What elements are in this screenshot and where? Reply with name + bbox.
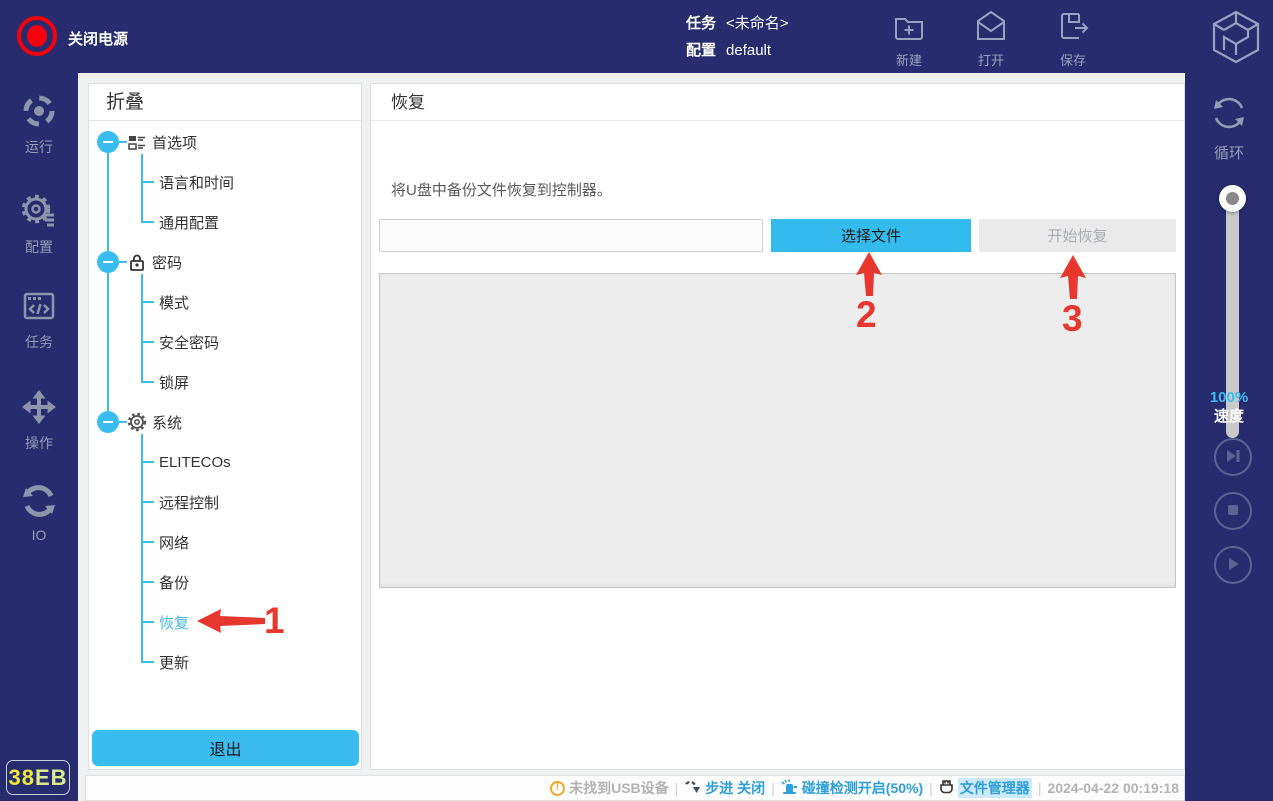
task-name-value: <未命名> <box>726 11 789 37</box>
new-task-label: 新建 <box>896 50 922 69</box>
file-manager-button[interactable]: 文件管理器 <box>939 778 1032 798</box>
right-sidebar: 循环 100% 速度 <box>1185 73 1273 801</box>
gear-icon <box>127 412 147 432</box>
power-off-label: 关闭电源 <box>68 28 128 49</box>
task-label: 任务 <box>686 11 716 37</box>
step-mode-icon <box>684 779 701 797</box>
operate-icon <box>21 389 57 428</box>
collapse-header[interactable]: 折叠 <box>89 84 361 121</box>
loop-label: 循环 <box>1214 142 1244 163</box>
loop-mode-button[interactable]: 循环 <box>1185 93 1273 163</box>
tree-group-password: 密码 模式 安全密码 锁屏 <box>89 242 361 402</box>
collapse-toggle-icon[interactable] <box>97 131 119 153</box>
tree-node-network[interactable]: 网络 <box>141 522 361 562</box>
speed-value: 100% <box>1185 388 1273 407</box>
io-icon <box>21 483 57 522</box>
step-mode-toggle[interactable]: 步进 关闭 <box>684 778 765 798</box>
speed-indicator: 100% 速度 <box>1185 388 1273 426</box>
exit-button[interactable]: 退出 <box>92 730 359 766</box>
sidebar-item-operate[interactable]: 操作 <box>0 389 78 453</box>
sidebar-config-label: 配置 <box>25 237 53 257</box>
save-button[interactable]: 保存 <box>1042 8 1104 69</box>
tree-group-preferences: 首选项 语言和时间 通用配置 <box>89 122 361 242</box>
tree-node-lock-screen[interactable]: 锁屏 <box>141 362 361 402</box>
usb-plug-icon <box>939 779 954 798</box>
settings-nav-panel: 折叠 首选项 语言和时间 通用配置 <box>88 83 362 770</box>
select-file-button[interactable]: 选择文件 <box>771 219 971 252</box>
new-task-icon <box>891 8 927 47</box>
collision-icon <box>781 779 798 798</box>
lock-icon <box>127 252 147 272</box>
warning-icon: ! <box>550 781 565 796</box>
sidebar-item-config[interactable]: 配置 <box>0 193 78 257</box>
tree-node-language-time[interactable]: 语言和时间 <box>141 162 361 202</box>
tree-node-elitecos[interactable]: ELITECOs <box>141 442 361 482</box>
new-task-button[interactable]: 新建 <box>878 8 940 69</box>
sidebar-io-label: IO <box>32 527 47 543</box>
page-title: 恢复 <box>371 84 1184 121</box>
play-button[interactable] <box>1214 546 1252 584</box>
step-forward-button[interactable] <box>1214 438 1252 476</box>
stop-button[interactable] <box>1214 492 1252 530</box>
task-icon <box>21 288 57 327</box>
config-icon <box>21 193 57 232</box>
open-icon <box>973 8 1009 47</box>
tree-node-general-config[interactable]: 通用配置 <box>141 202 361 242</box>
tree-node-update[interactable]: 更新 <box>141 642 361 682</box>
sidebar-item-task[interactable]: 任务 <box>0 288 78 352</box>
tree-node-system[interactable]: 系统 <box>89 402 361 442</box>
brand-logo-icon <box>1209 9 1263 65</box>
restore-file-input[interactable] <box>379 219 763 252</box>
collision-detect-toggle[interactable]: 碰撞检测开启(50%) <box>781 778 923 798</box>
run-icon <box>21 93 57 132</box>
tree-node-mode[interactable]: 模式 <box>141 282 361 322</box>
tree-node-backup[interactable]: 备份 <box>141 562 361 602</box>
tree-node-preferences[interactable]: 首选项 <box>89 122 361 162</box>
collapse-toggle-icon[interactable] <box>97 251 119 273</box>
open-label: 打开 <box>978 50 1004 69</box>
speed-slider-knob[interactable] <box>1219 185 1246 212</box>
save-label: 保存 <box>1060 50 1086 69</box>
tree-node-safety-password[interactable]: 安全密码 <box>141 322 361 362</box>
start-restore-button[interactable]: 开始恢复 <box>979 219 1176 252</box>
sidebar-item-io[interactable]: IO <box>0 483 78 543</box>
open-button[interactable]: 打开 <box>960 8 1022 69</box>
sidebar-item-run[interactable]: 运行 <box>0 93 78 157</box>
settings-tree: 首选项 语言和时间 通用配置 密码 <box>89 121 361 682</box>
tree-node-restore[interactable]: 恢复 <box>141 602 361 642</box>
speed-label: 速度 <box>1185 407 1273 426</box>
top-bar: 关闭电源 任务 <未命名> 配置 default 新建 <box>0 0 1273 73</box>
clock-timestamp: 2024-04-22 00:19:18 <box>1047 780 1179 796</box>
loop-icon <box>1209 93 1249 138</box>
restore-panel: 恢复 将U盘中备份文件恢复到控制器。 选择文件 开始恢复 <box>370 83 1185 770</box>
usb-status: ! 未找到USB设备 <box>550 778 669 798</box>
sidebar-operate-label: 操作 <box>25 433 53 453</box>
task-config-info: 任务 <未命名> 配置 default <box>686 10 789 64</box>
preferences-icon <box>127 132 147 152</box>
tree-label: 密码 <box>152 252 182 273</box>
status-bar: ! 未找到USB设备 | 步进 关闭 | 碰撞检测开启(50%) | 文件管理器… <box>85 775 1185 801</box>
restore-description: 将U盘中备份文件恢复到控制器。 <box>391 179 612 200</box>
tree-label: 系统 <box>152 412 182 433</box>
safety-checksum-badge: 38EB <box>6 760 70 795</box>
left-sidebar: 运行 配置 任务 <box>0 73 78 801</box>
tree-group-system: 系统 ELITECOs 远程控制 网络 备份 恢复 更 <box>89 402 361 682</box>
config-label: 配置 <box>686 38 716 64</box>
step-forward-icon <box>1223 446 1243 469</box>
sidebar-task-label: 任务 <box>25 332 53 352</box>
restore-log-area <box>379 273 1176 588</box>
tree-node-remote-control[interactable]: 远程控制 <box>141 482 361 522</box>
tree-label: 首选项 <box>152 132 197 153</box>
power-icon <box>27 25 47 47</box>
save-icon <box>1055 8 1091 47</box>
config-name-value: default <box>726 38 771 64</box>
power-off-button[interactable] <box>17 16 57 56</box>
stop-icon <box>1223 500 1243 523</box>
sidebar-run-label: 运行 <box>25 137 53 157</box>
topbar-actions: 新建 打开 保存 <box>878 8 1104 69</box>
play-icon <box>1223 554 1243 577</box>
collapse-toggle-icon[interactable] <box>97 411 119 433</box>
tree-node-password[interactable]: 密码 <box>89 242 361 282</box>
